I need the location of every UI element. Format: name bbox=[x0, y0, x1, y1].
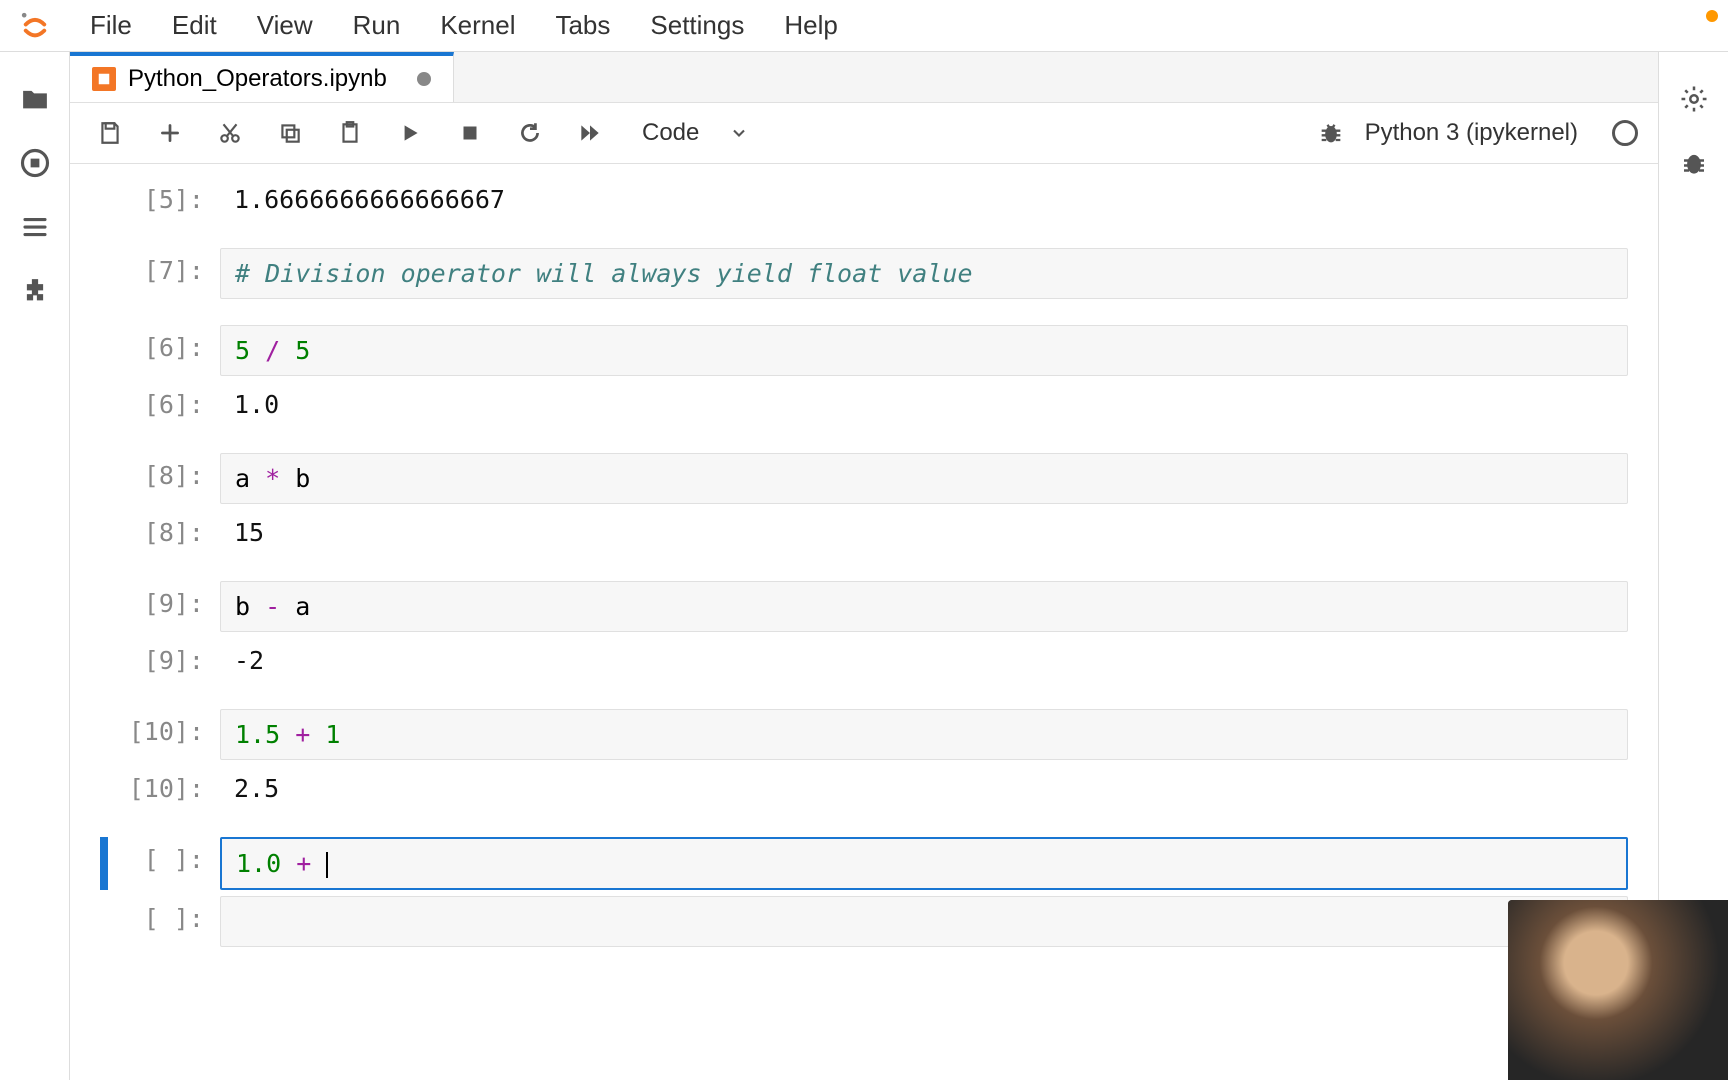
menu-kernel[interactable]: Kernel bbox=[420, 2, 535, 49]
menu-view[interactable]: View bbox=[237, 2, 333, 49]
chevron-down-icon bbox=[729, 123, 749, 143]
code-input[interactable] bbox=[220, 896, 1628, 947]
menu-tabs[interactable]: Tabs bbox=[535, 2, 630, 49]
menu-edit[interactable]: Edit bbox=[152, 2, 237, 49]
cell-prompt: [9]: bbox=[100, 638, 220, 675]
running-icon[interactable] bbox=[18, 146, 52, 180]
tab-notebook[interactable]: Python_Operators.ipynb bbox=[70, 52, 454, 102]
menu-bar: FileEditViewRunKernelTabsSettingsHelp bbox=[0, 0, 1728, 52]
code-cell[interactable]: [7]:# Division operator will always yiel… bbox=[70, 245, 1658, 302]
code-input[interactable]: 5 / 5 bbox=[220, 325, 1628, 376]
cell-prompt: [10]: bbox=[100, 709, 220, 746]
code-cell[interactable]: [9]:b - a bbox=[70, 578, 1658, 635]
menu-help[interactable]: Help bbox=[764, 2, 857, 49]
tab-bar: Python_Operators.ipynb bbox=[70, 52, 1658, 102]
notebook-body[interactable]: [5]:1.6666666666666667[7]:# Division ope… bbox=[70, 164, 1658, 1080]
code-cell[interactable]: [8]:a * b bbox=[70, 450, 1658, 507]
cell-prompt: [8]: bbox=[100, 453, 220, 490]
output-text: -2 bbox=[220, 638, 1628, 683]
folder-icon[interactable] bbox=[18, 82, 52, 116]
cell-prompt: [ ]: bbox=[100, 837, 220, 874]
tab-title: Python_Operators.ipynb bbox=[128, 65, 387, 93]
code-input[interactable]: a * b bbox=[220, 453, 1628, 504]
cell-prompt: [5]: bbox=[100, 177, 220, 214]
notebook-panel: Python_Operators.ipynb Code Python 3 (ip… bbox=[70, 52, 1658, 1080]
output-cell[interactable]: [10]:2.5 bbox=[70, 763, 1658, 814]
copy-button[interactable] bbox=[270, 113, 310, 153]
notebook-toolbar: Code Python 3 (ipykernel) bbox=[70, 102, 1658, 164]
menu-settings[interactable]: Settings bbox=[630, 2, 764, 49]
dirty-indicator-icon bbox=[417, 72, 431, 86]
cell-prompt: [7]: bbox=[100, 248, 220, 285]
gear-icon[interactable] bbox=[1677, 82, 1711, 116]
output-cell[interactable]: [9]:-2 bbox=[70, 635, 1658, 686]
code-cell[interactable]: [10]:1.5 + 1 bbox=[70, 706, 1658, 763]
run-all-button[interactable] bbox=[570, 113, 610, 153]
code-input[interactable]: # Division operator will always yield fl… bbox=[220, 248, 1628, 299]
cell-type-label: Code bbox=[642, 119, 699, 147]
menu-file[interactable]: File bbox=[70, 2, 152, 49]
code-cell[interactable]: [ ]:1.0 + bbox=[70, 834, 1658, 893]
menu-run[interactable]: Run bbox=[333, 2, 421, 49]
output-cell[interactable]: [8]:15 bbox=[70, 507, 1658, 558]
kernel-status-icon[interactable] bbox=[1612, 120, 1638, 146]
debugger-icon[interactable] bbox=[1317, 119, 1345, 147]
run-button[interactable] bbox=[390, 113, 430, 153]
restart-button[interactable] bbox=[510, 113, 550, 153]
cell-type-select[interactable]: Code bbox=[630, 115, 761, 151]
extensions-icon[interactable] bbox=[18, 274, 52, 308]
code-input[interactable]: 1.0 + bbox=[220, 837, 1628, 890]
toc-icon[interactable] bbox=[18, 210, 52, 244]
output-text: 1.6666666666666667 bbox=[220, 177, 1628, 222]
code-input[interactable]: b - a bbox=[220, 581, 1628, 632]
add-cell-button[interactable] bbox=[150, 113, 190, 153]
paste-button[interactable] bbox=[330, 113, 370, 153]
cut-button[interactable] bbox=[210, 113, 250, 153]
kernel-name[interactable]: Python 3 (ipykernel) bbox=[1365, 119, 1578, 147]
sidebar-left bbox=[0, 52, 70, 1080]
menu-items: FileEditViewRunKernelTabsSettingsHelp bbox=[70, 2, 858, 49]
output-text: 1.0 bbox=[220, 382, 1628, 427]
output-cell[interactable]: [5]:1.6666666666666667 bbox=[70, 174, 1658, 225]
cell-prompt: [ ]: bbox=[100, 896, 220, 933]
code-cell[interactable]: [ ]: bbox=[70, 893, 1658, 950]
stop-button[interactable] bbox=[450, 113, 490, 153]
output-text: 15 bbox=[220, 510, 1628, 555]
cell-prompt: [6]: bbox=[100, 382, 220, 419]
save-button[interactable] bbox=[90, 113, 130, 153]
window-status-dot bbox=[1706, 10, 1718, 22]
cell-prompt: [9]: bbox=[100, 581, 220, 618]
jupyter-logo[interactable] bbox=[0, 9, 70, 43]
cell-prompt: [8]: bbox=[100, 510, 220, 547]
debug-panel-icon[interactable] bbox=[1677, 146, 1711, 180]
text-cursor bbox=[326, 852, 328, 878]
output-cell[interactable]: [6]:1.0 bbox=[70, 379, 1658, 430]
output-text: 2.5 bbox=[220, 766, 1628, 811]
notebook-icon bbox=[92, 67, 116, 91]
webcam-overlay bbox=[1508, 900, 1728, 1080]
code-input[interactable]: 1.5 + 1 bbox=[220, 709, 1628, 760]
cell-prompt: [6]: bbox=[100, 325, 220, 362]
cell-prompt: [10]: bbox=[100, 766, 220, 803]
code-cell[interactable]: [6]:5 / 5 bbox=[70, 322, 1658, 379]
